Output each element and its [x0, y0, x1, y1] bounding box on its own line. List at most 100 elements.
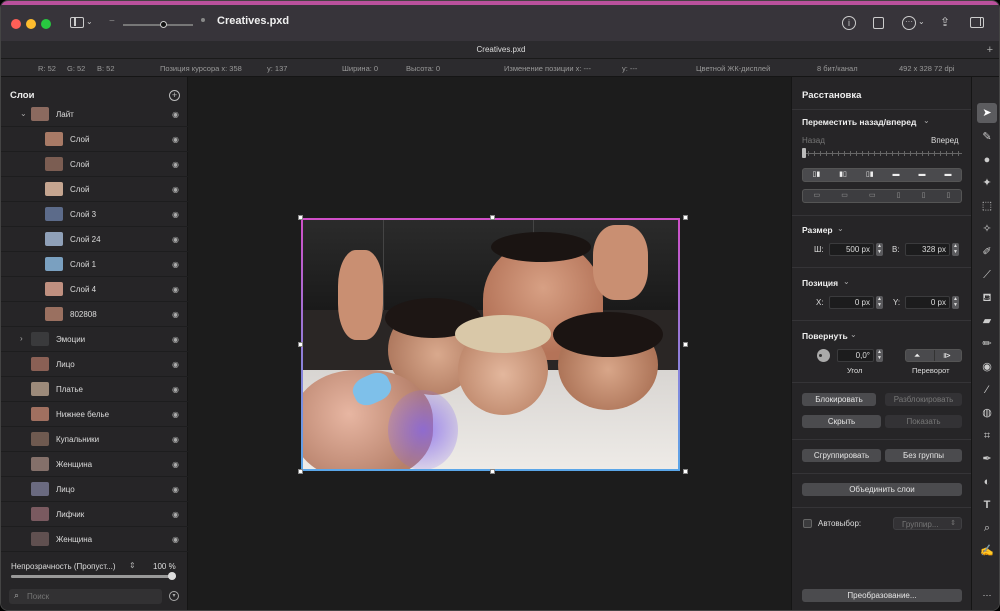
chevron-down-icon[interactable]: ⌄ [20, 109, 27, 118]
flip-horizontal-icon[interactable]: ⧐ [943, 350, 951, 361]
rotate-section-title[interactable]: Повернуть [802, 331, 848, 341]
layer-row[interactable]: Платье ◉ [1, 377, 188, 402]
align-buttons-row[interactable]: ▯▮ ▮▯ ▯▮ ▬ ▬ ▬ [802, 168, 962, 182]
sidebar-toggle-icon[interactable] [70, 17, 84, 28]
distribute-center-icon[interactable]: ▭ [841, 190, 848, 202]
layer-row[interactable]: Слой ◉ [1, 127, 188, 152]
show-button[interactable]: Показать [885, 415, 962, 428]
zoom-out-icon[interactable]: − [109, 16, 115, 27]
merge-layers-button[interactable]: Объединить слои [802, 483, 962, 496]
more-options-icon[interactable]: ··· [902, 16, 916, 30]
layer-row[interactable]: Купальники ◉ [1, 427, 188, 452]
transform-button[interactable]: Преобразование... [802, 589, 962, 602]
canvas-image[interactable] [301, 218, 680, 471]
layer-search[interactable]: ⌕ [9, 589, 162, 604]
distribute-top-icon[interactable]: ▯ [897, 190, 901, 202]
search-input[interactable] [27, 590, 157, 602]
visibility-eye-icon[interactable]: ◉ [172, 260, 179, 269]
visibility-eye-icon[interactable]: ◉ [172, 435, 179, 444]
height-field[interactable]: 328 px [905, 243, 950, 256]
x-stepper[interactable]: ▲ ▼ [876, 296, 883, 309]
resize-handle-br[interactable] [683, 469, 688, 474]
close-window-button[interactable] [11, 19, 21, 29]
crop-tool-icon[interactable]: ⌗ [977, 426, 997, 446]
depth-slider-knob[interactable] [802, 148, 806, 158]
visibility-eye-icon[interactable]: ◉ [172, 160, 179, 169]
zoom-slider[interactable] [123, 21, 193, 28]
style-tool-icon[interactable]: ✎ [977, 127, 997, 147]
filter-icon[interactable]: ▾ [169, 591, 179, 601]
layer-row[interactable]: Слой 24 ◉ [1, 227, 188, 252]
height-stepper[interactable]: ▲ ▼ [952, 243, 959, 256]
opacity-slider[interactable] [11, 572, 176, 580]
distribute-right-icon[interactable]: ▭ [869, 190, 876, 202]
visibility-eye-icon[interactable]: ◉ [172, 485, 179, 494]
x-field[interactable]: 0 px [829, 296, 874, 309]
zoom-slider-knob[interactable] [160, 21, 167, 28]
visibility-eye-icon[interactable]: ◉ [172, 410, 179, 419]
zoom-window-button[interactable] [41, 19, 51, 29]
quick-select-tool-icon[interactable]: ✧ [977, 219, 997, 239]
layer-row[interactable]: ⌄ Лайт ◉ [1, 102, 188, 127]
opacity-slider-knob[interactable] [168, 572, 176, 580]
select-tool-icon[interactable]: ⬚ [977, 196, 997, 216]
position-section-title[interactable]: Позиция [802, 278, 838, 288]
distribute-buttons-row[interactable]: ▭ ▭ ▭ ▯ ▯ ▯ [802, 189, 962, 203]
visibility-eye-icon[interactable]: ◉ [172, 210, 179, 219]
visibility-eye-icon[interactable]: ◉ [172, 135, 179, 144]
chevron-right-icon[interactable]: › [20, 334, 23, 343]
layer-row[interactable]: Слой 4 ◉ [1, 277, 188, 302]
visibility-eye-icon[interactable]: ◉ [172, 110, 179, 119]
visibility-eye-icon[interactable]: ◉ [172, 335, 179, 344]
canvas-area[interactable] [188, 77, 791, 610]
autoselect-dropdown[interactable]: Группир... ⇕ [893, 517, 962, 530]
group-button[interactable]: Сгруппировать [802, 449, 881, 462]
angle-field[interactable]: 0,0° [837, 349, 874, 362]
resize-handle-bl[interactable] [298, 469, 303, 474]
layer-row[interactable]: › Эмоции ◉ [1, 327, 188, 352]
resize-handle-mr[interactable] [683, 342, 688, 347]
minimize-window-button[interactable] [26, 19, 36, 29]
layer-row[interactable]: Лицо ◉ [1, 352, 188, 377]
distribute-left-icon[interactable]: ▭ [814, 190, 821, 202]
document-tab[interactable]: Creatives.pxd + [1, 41, 999, 59]
add-layer-icon[interactable]: + [169, 90, 180, 101]
blur-tool-icon[interactable]: ◍ [977, 403, 997, 423]
width-field[interactable]: 500 px [829, 243, 874, 256]
resize-handle-tr[interactable] [683, 215, 688, 220]
duplicate-icon[interactable] [873, 17, 884, 29]
eraser-tool-icon[interactable]: ▰ [977, 311, 997, 331]
effects-tool-icon[interactable]: ✦ [977, 173, 997, 193]
color-adjust-tool-icon[interactable]: ● [977, 150, 997, 170]
visibility-eye-icon[interactable]: ◉ [172, 235, 179, 244]
align-top-icon[interactable]: ▬ [893, 169, 900, 181]
resize-handle-tc[interactable] [490, 215, 495, 220]
type-tool-icon[interactable]: T [977, 495, 997, 515]
layer-row[interactable]: Женщина ◉ [1, 452, 188, 477]
unlock-button[interactable]: Разблокировать [885, 393, 962, 406]
layer-row[interactable]: Лицо ◉ [1, 477, 188, 502]
visibility-eye-icon[interactable]: ◉ [172, 310, 179, 319]
color-picker-tool-icon[interactable]: ⁄ [977, 380, 997, 400]
arrange-tool-icon[interactable]: ➤ [977, 103, 997, 123]
distribute-bottom-icon[interactable]: ▯ [947, 190, 951, 202]
arrange-section-title[interactable]: Переместить назад/вперед [802, 117, 916, 127]
visibility-eye-icon[interactable]: ◉ [172, 535, 179, 544]
hide-button[interactable]: Скрыть [802, 415, 881, 428]
more-tools-icon[interactable]: ⋯ [977, 585, 997, 605]
resize-handle-tl[interactable] [298, 215, 303, 220]
layer-row[interactable]: Слой 1 ◉ [1, 252, 188, 277]
layer-row[interactable]: Женщина ◉ [1, 527, 188, 552]
layer-row[interactable]: Слой ◉ [1, 177, 188, 202]
size-section-title[interactable]: Размер [802, 225, 833, 235]
visibility-eye-icon[interactable]: ◉ [172, 185, 179, 194]
clone-tool-icon[interactable]: ◉ [977, 357, 997, 377]
align-bottom-icon[interactable]: ▬ [944, 169, 951, 181]
share-icon[interactable]: ⇪ [940, 15, 950, 29]
align-center-h-icon[interactable]: ▮▯ [839, 169, 847, 181]
flip-buttons[interactable]: ⏶ ⧐ [905, 349, 962, 362]
add-tab-icon[interactable]: + [987, 41, 993, 59]
zoom-in-icon[interactable] [201, 18, 205, 22]
y-stepper[interactable]: ▲ ▼ [952, 296, 959, 309]
layer-row[interactable]: Нижнее белье ◉ [1, 402, 188, 427]
